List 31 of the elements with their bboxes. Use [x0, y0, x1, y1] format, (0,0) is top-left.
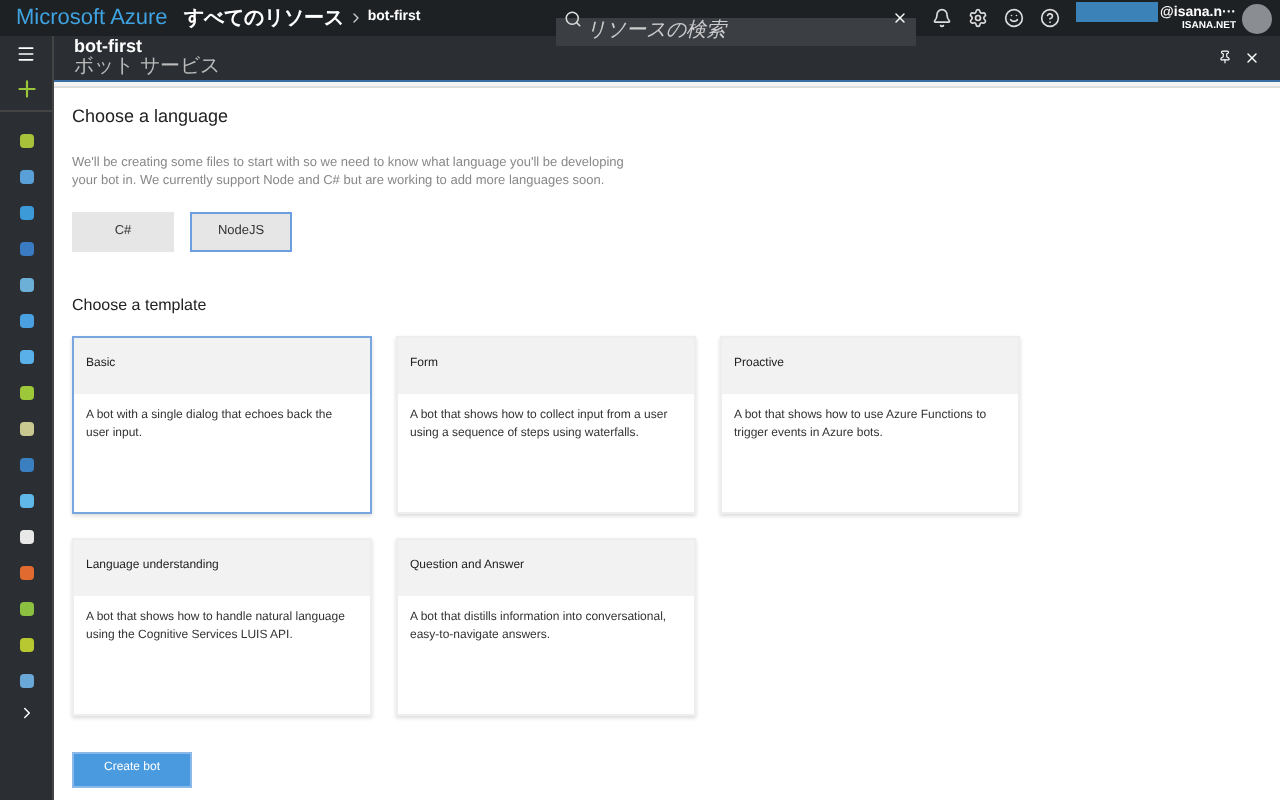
section-heading: Choose a template	[72, 293, 209, 317]
settings-icon[interactable]	[968, 8, 989, 28]
smiley-icon[interactable]	[1004, 8, 1025, 28]
blade-title: bot-first	[74, 38, 144, 56]
pin-icon[interactable]	[1218, 50, 1232, 64]
menu-icon[interactable]	[16, 44, 36, 64]
bell-icon[interactable]	[932, 8, 953, 28]
service-icon[interactable]	[19, 278, 33, 292]
brand-name[interactable]: Microsoft Azure	[16, 1, 168, 35]
close-icon[interactable]	[1244, 50, 1260, 66]
service-icon[interactable]	[19, 206, 33, 220]
service-icon[interactable]	[19, 494, 33, 508]
service-icon[interactable]	[19, 134, 33, 148]
plus-icon[interactable]	[13, 76, 39, 102]
service-icon[interactable]	[19, 638, 33, 652]
help-icon[interactable]	[1040, 8, 1061, 28]
blade-subtitle: ボット サービス	[74, 58, 220, 78]
service-icon[interactable]	[19, 386, 33, 400]
service-icon[interactable]	[19, 350, 33, 364]
search-icon	[564, 10, 583, 28]
clear-icon[interactable]	[892, 10, 909, 26]
service-icon[interactable]	[19, 422, 33, 436]
avatar[interactable]	[1242, 3, 1272, 33]
section-heading: Choose a language	[72, 104, 231, 130]
service-icon[interactable]	[19, 314, 33, 328]
service-icon[interactable]	[19, 170, 33, 184]
service-icon[interactable]	[19, 530, 33, 544]
service-icon[interactable]	[19, 602, 33, 616]
search-field[interactable]: リソースの検索	[556, 17, 917, 45]
breadcrumb-link[interactable]: すべてのリソース	[183, 3, 344, 33]
service-icon[interactable]	[19, 674, 33, 688]
